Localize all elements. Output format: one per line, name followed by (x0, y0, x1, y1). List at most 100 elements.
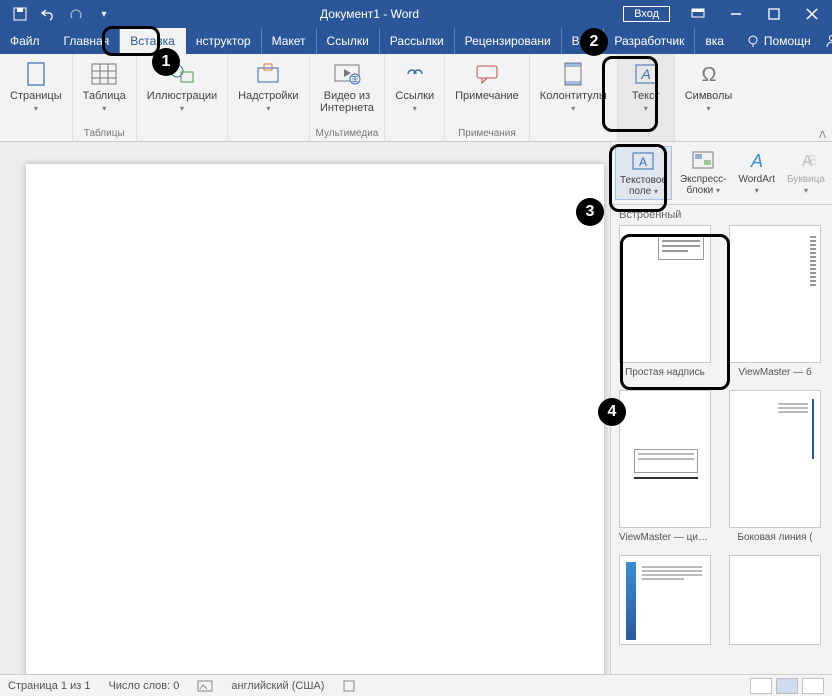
comment-button[interactable]: Примечание (451, 58, 523, 104)
save-icon[interactable] (8, 2, 32, 26)
tell-me[interactable]: Помощн (746, 34, 811, 48)
undo-icon[interactable] (36, 2, 60, 26)
chevron-down-icon: ▾ (571, 104, 575, 113)
ribbon: Страницы▾ Таблица▾ Таблицы Иллюстрации▾ (0, 54, 832, 142)
shapes-icon (168, 60, 196, 88)
text-panel-toolbar: A Текстовое поле ▾ Экспресс- блоки ▾ A W… (611, 142, 832, 205)
headerfooter-icon (559, 60, 587, 88)
tab-file[interactable]: Файл (0, 28, 54, 54)
dropcap-button[interactable]: A Буквица ▾ (783, 146, 829, 198)
chevron-down-icon: ▾ (804, 185, 808, 196)
headerfooter-button[interactable]: Колонтитулы▾ (536, 58, 611, 117)
gallery-item-simple[interactable]: Простая надпись (619, 225, 711, 378)
group-links: Ссылки▾ (385, 54, 445, 141)
comment-icon (473, 60, 501, 88)
document-page[interactable] (26, 164, 604, 696)
group-comments: Примечание Примечания (445, 54, 530, 141)
signin-button[interactable]: Вход (623, 6, 670, 22)
textbox-gallery-button[interactable]: A Текстовое поле ▾ (615, 146, 672, 200)
qat-customize-icon[interactable]: ▾ (92, 2, 116, 26)
builtin-section-label: Встроенный (611, 205, 832, 225)
wordart-icon: A (743, 148, 771, 172)
dropcap-icon: A (792, 148, 820, 172)
gallery-item-viewmaster-quote[interactable]: ViewMaster — цитата… (619, 390, 711, 543)
chevron-down-icon: ▾ (413, 104, 417, 113)
illustrations-button[interactable]: Иллюстрации▾ (143, 58, 221, 117)
chevron-down-icon: ▾ (716, 186, 720, 195)
minimize-icon[interactable] (718, 0, 754, 28)
status-proofing-icon[interactable] (197, 679, 213, 693)
share-button[interactable]: Поделиться (825, 34, 832, 48)
gallery-item-viewmaster-b[interactable]: ViewMaster — б (729, 225, 821, 378)
title-bar: ▾ Документ1 - Word Вход (0, 0, 832, 28)
link-icon (401, 60, 429, 88)
svg-text:A: A (640, 66, 650, 82)
group-symbols: Ω Символы▾ (675, 54, 743, 141)
addins-button[interactable]: Надстройки▾ (234, 58, 302, 117)
chevron-down-icon: ▾ (180, 104, 184, 113)
online-video-button[interactable]: Видео изИнтернета (316, 58, 378, 116)
chevron-down-icon: ▾ (654, 187, 658, 196)
group-text: A Текст▾ (618, 54, 675, 141)
quick-access-toolbar: ▾ (0, 2, 116, 26)
text-gallery-panel: A Текстовое поле ▾ Экспресс- блоки ▾ A W… (610, 142, 832, 674)
symbols-button[interactable]: Ω Символы▾ (681, 58, 737, 117)
ribbon-display-icon[interactable] (680, 0, 716, 28)
chevron-down-icon: ▾ (34, 104, 38, 113)
text-button[interactable]: A Текст▾ (624, 58, 668, 117)
ribbon-tabs: Файл Главная Вставка нструктор Макет Ссы… (0, 28, 832, 54)
chevron-down-icon: ▾ (644, 104, 648, 113)
tab-developer[interactable]: Разработчик (604, 28, 695, 54)
status-wordcount[interactable]: Число слов: 0 (108, 680, 179, 692)
tab-help-partial[interactable]: вка (695, 28, 734, 54)
svg-text:A: A (639, 155, 647, 169)
tab-design[interactable]: нструктор (186, 28, 262, 54)
page-icon (22, 60, 50, 88)
tab-insert[interactable]: Вставка (120, 28, 186, 54)
gallery-item-6[interactable] (729, 555, 821, 649)
maximize-icon[interactable] (756, 0, 792, 28)
svg-text:Ω: Ω (701, 64, 716, 86)
group-pages: Страницы▾ (0, 54, 73, 141)
tab-view[interactable]: Вид (562, 28, 605, 54)
view-print-icon[interactable] (776, 678, 798, 694)
view-read-icon[interactable] (750, 678, 772, 694)
group-addins: Надстройки▾ (228, 54, 309, 141)
status-macro-icon[interactable] (342, 679, 356, 693)
redo-icon[interactable] (64, 2, 88, 26)
group-media: Видео изИнтернета Мультимедиа (310, 54, 386, 141)
addins-icon (254, 60, 282, 88)
quickparts-button[interactable]: Экспресс- блоки ▾ (676, 146, 731, 198)
pages-button[interactable]: Страницы▾ (6, 58, 66, 117)
links-button[interactable]: Ссылки▾ (391, 58, 438, 117)
status-page[interactable]: Страница 1 из 1 (8, 680, 90, 692)
tab-references[interactable]: Ссылки (317, 28, 380, 54)
collapse-ribbon-icon[interactable]: ᐱ (819, 130, 826, 141)
gallery-item-sideline[interactable]: Боковая линия ( (729, 390, 821, 543)
group-illustrations: Иллюстрации▾ (137, 54, 228, 141)
close-icon[interactable] (794, 0, 830, 28)
table-button[interactable]: Таблица▾ (79, 58, 130, 117)
tab-layout[interactable]: Макет (262, 28, 317, 54)
lightbulb-icon (746, 34, 760, 48)
tab-mailings[interactable]: Рассылки (380, 28, 455, 54)
chevron-down-icon: ▾ (755, 185, 759, 196)
wordart-button[interactable]: A WordArt ▾ (735, 146, 780, 198)
tab-home[interactable]: Главная (54, 28, 121, 54)
tabs-right: Помощн Поделиться (734, 28, 832, 54)
view-web-icon[interactable] (802, 678, 824, 694)
textbox-icon: A (629, 149, 657, 173)
gallery-item-5[interactable] (619, 555, 711, 649)
workspace: ᐱ A Текстовое поле ▾ Экспресс- блоки ▾ A… (0, 142, 832, 674)
tell-me-label: Помощн (764, 34, 811, 48)
chevron-down-icon: ▾ (266, 104, 270, 113)
video-icon (333, 60, 361, 88)
table-icon (90, 60, 118, 88)
chevron-down-icon: ▾ (707, 104, 711, 113)
tab-review[interactable]: Рецензировани (455, 28, 562, 54)
svg-text:A: A (750, 151, 763, 170)
textbox-gallery: Простая надпись ViewMaster — б ViewMaste… (611, 225, 832, 674)
status-language[interactable]: английский (США) (231, 680, 324, 692)
textbox-icon: A (632, 60, 660, 88)
omega-icon: Ω (695, 60, 723, 88)
